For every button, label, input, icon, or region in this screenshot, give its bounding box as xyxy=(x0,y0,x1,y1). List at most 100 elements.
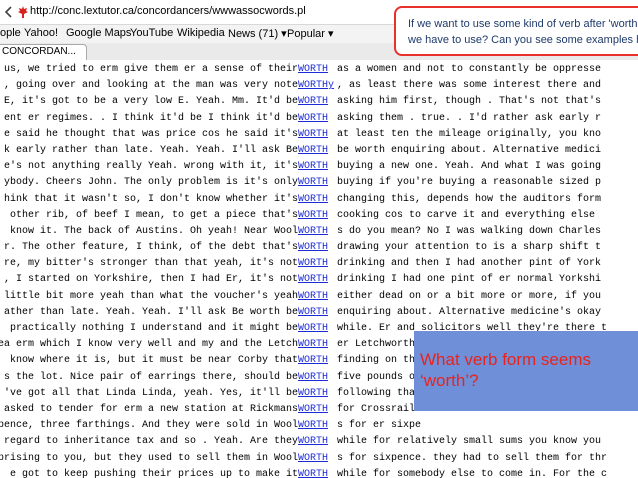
right-context: five pounds o xyxy=(337,371,416,383)
left-context: e got to keep pushing their prices up to… xyxy=(9,468,298,478)
left-context: , going over and looking at the man was … xyxy=(3,80,298,92)
left-context: k early rather than late. Yeah. Yeah. I'… xyxy=(3,144,298,156)
keyword-link[interactable]: WORTH xyxy=(298,321,328,337)
keyword-link[interactable]: WORTHy xyxy=(298,78,334,94)
left-context: practically nothing I understand and it … xyxy=(3,323,298,334)
right-context: for Crossrail xyxy=(337,403,416,415)
keyword-link[interactable]: WORTH xyxy=(298,143,328,159)
concordance-line: , I started on Yorkshire, then I had Er,… xyxy=(0,272,638,288)
keyword-link[interactable]: WORTH xyxy=(298,305,328,321)
keyword-link[interactable]: WORTH xyxy=(298,386,328,402)
concordance-line: e got to keep pushing their prices up to… xyxy=(0,467,638,478)
keyword-link[interactable]: WORTH xyxy=(298,208,328,224)
bookmark-youtube[interactable]: YouTube xyxy=(130,27,173,39)
keyword-link[interactable]: WORTH xyxy=(298,272,328,288)
keyword-link[interactable]: WORTH xyxy=(298,402,328,418)
keyword-link[interactable]: WORTH xyxy=(298,418,328,434)
concordance-line: little bit more yeah than what the vouch… xyxy=(0,289,638,305)
right-context: drinking and then I had another pint of … xyxy=(337,258,602,270)
concordance-line: ent er regimes. . I think it'd be I thin… xyxy=(0,111,638,127)
right-context: while for somebody else to come in. For … xyxy=(337,468,608,478)
tab-concordancers[interactable]: CONCORDAN... xyxy=(0,44,87,60)
bookmark-news[interactable]: News (71) ▾ xyxy=(228,27,287,40)
left-context: e's not anything really Yeah. wrong with… xyxy=(3,161,298,173)
callout-text: If we want to use some kind of verb afte… xyxy=(408,16,638,48)
left-context: hink that it wasn't so, I don't know whe… xyxy=(3,193,298,205)
question-text: What verb form seems ‘worth’? xyxy=(420,349,591,391)
concordance-line: prising to you, but they used to sell th… xyxy=(0,451,638,467)
keyword-link[interactable]: WORTH xyxy=(298,370,328,386)
concordance-line: , going over and looking at the man was … xyxy=(0,78,638,94)
keyword-link[interactable]: WORTH xyxy=(298,62,328,78)
maple-leaf-icon xyxy=(18,6,28,18)
keyword-link[interactable]: WORTH xyxy=(298,111,328,127)
right-context: as a women and not to constantly be oppr… xyxy=(337,64,602,75)
right-context: at least ten the mileage originally, you… xyxy=(337,128,602,140)
keyword-link[interactable]: WORTH xyxy=(298,467,328,478)
keyword-link[interactable]: WORTH xyxy=(298,451,328,467)
right-context: buying a new one. Yeah. And what I was g… xyxy=(337,161,602,173)
right-context: cooking cos to carve it and everything e… xyxy=(337,209,596,221)
keyword-link[interactable]: WORTH xyxy=(298,240,328,256)
left-context: r. The other feature, I think, of the de… xyxy=(3,242,298,254)
concordance-line: pence, three farthings. And they were so… xyxy=(0,418,638,434)
bookmark-popular[interactable]: Popular ▾ xyxy=(287,27,334,40)
left-context: other rib, of beef I mean, to get a piec… xyxy=(3,209,298,221)
right-context: asking him first, though . That's not th… xyxy=(337,96,602,108)
right-context: changing this, depends how the auditors … xyxy=(337,193,602,205)
keyword-link[interactable]: WORTH xyxy=(298,256,328,272)
url-text[interactable]: http://conc.lextutor.ca/concordancers/ww… xyxy=(30,5,306,17)
keyword-link[interactable]: WORTH xyxy=(298,127,328,143)
keyword-link[interactable]: WORTH xyxy=(298,289,328,305)
question-line-1: What verb form seems xyxy=(420,350,591,369)
left-context: E, it's got to be a very low E. Yeah. Mm… xyxy=(3,96,298,108)
bookmark-yahoo[interactable]: Yahoo! xyxy=(24,27,58,39)
concordance-line: regard to inheritance tax and so . Yeah.… xyxy=(0,434,638,450)
bookmark-google-maps[interactable]: Google Maps xyxy=(66,27,131,39)
bookmark-people[interactable]: ople xyxy=(0,27,21,39)
right-context: finding on th xyxy=(337,355,416,367)
callout-line-2: we have to use? Can you see some example… xyxy=(408,34,638,46)
concordance-line: re, my bitter's stronger than that yeah,… xyxy=(0,256,638,272)
tab-label: CONCORDAN... xyxy=(2,46,76,57)
bookmark-wikipedia[interactable]: Wikipedia xyxy=(177,27,225,39)
right-context: s for sixpence. they had to sell them fo… xyxy=(337,452,608,464)
concordance-list: us, we tried to erm give them er a sense… xyxy=(0,62,638,478)
keyword-link[interactable]: WORTH xyxy=(298,337,328,353)
keyword-link[interactable]: WORTH xyxy=(298,175,328,191)
left-context: pence, three farthings. And they were so… xyxy=(0,420,298,432)
keyword-link[interactable]: WORTH xyxy=(298,353,328,369)
left-context: s the lot. Nice pair of earrings there, … xyxy=(3,371,298,383)
left-context: regard to inheritance tax and so . Yeah.… xyxy=(3,436,298,448)
right-context: , as least there was some interest there… xyxy=(337,80,602,92)
concordance-line: ybody. Cheers John. The only problem is … xyxy=(0,175,638,191)
left-context: 've got all that Linda Linda, yeah. Yes,… xyxy=(3,387,298,399)
concordance-line: ather than late. Yeah. Yeah. I'll ask Be… xyxy=(0,305,638,321)
keyword-link[interactable]: WORTH xyxy=(298,434,328,450)
instruction-callout: If we want to use some kind of verb afte… xyxy=(394,6,638,56)
back-arrow-icon[interactable] xyxy=(2,5,16,19)
concordance-line: e said he thought that was price cos he … xyxy=(0,127,638,143)
concordance-line: e's not anything really Yeah. wrong with… xyxy=(0,159,638,175)
callout-line-1: If we want to use some kind of verb afte… xyxy=(408,18,638,30)
concordance-line: other rib, of beef I mean, to get a piec… xyxy=(0,208,638,224)
question-box: What verb form seems ‘worth’? xyxy=(414,331,638,411)
left-context: asked to tender for erm a new station at… xyxy=(0,403,298,415)
left-context: know where it is, but it must be near Co… xyxy=(3,355,298,367)
keyword-link[interactable]: WORTH xyxy=(298,94,328,110)
left-context: ybody. Cheers John. The only problem is … xyxy=(3,177,298,189)
right-context: enquiring about. Alternative medicine's … xyxy=(337,306,602,318)
keyword-link[interactable]: WORTH xyxy=(298,192,328,208)
question-line-2: ‘worth’? xyxy=(420,371,479,390)
keyword-link[interactable]: WORTH xyxy=(298,224,328,240)
right-context: asking them . true. . I'd rather ask ear… xyxy=(337,112,602,124)
right-context: drinking I had one pint of er normal Yor… xyxy=(337,274,602,286)
keyword-link[interactable]: WORTH xyxy=(298,159,328,175)
concordance-line: us, we tried to erm give them er a sense… xyxy=(0,62,638,78)
concordance-line: r. The other feature, I think, of the de… xyxy=(0,240,638,256)
right-context: s do you mean? No I was walking down Cha… xyxy=(337,225,602,237)
concordance-line: know it. The back of Austins. Oh yeah! N… xyxy=(0,224,638,240)
concordance-line: hink that it wasn't so, I don't know whe… xyxy=(0,192,638,208)
left-context: ea erm which I know very well and my and… xyxy=(0,339,298,351)
right-context: s for er sixpe xyxy=(337,420,422,432)
